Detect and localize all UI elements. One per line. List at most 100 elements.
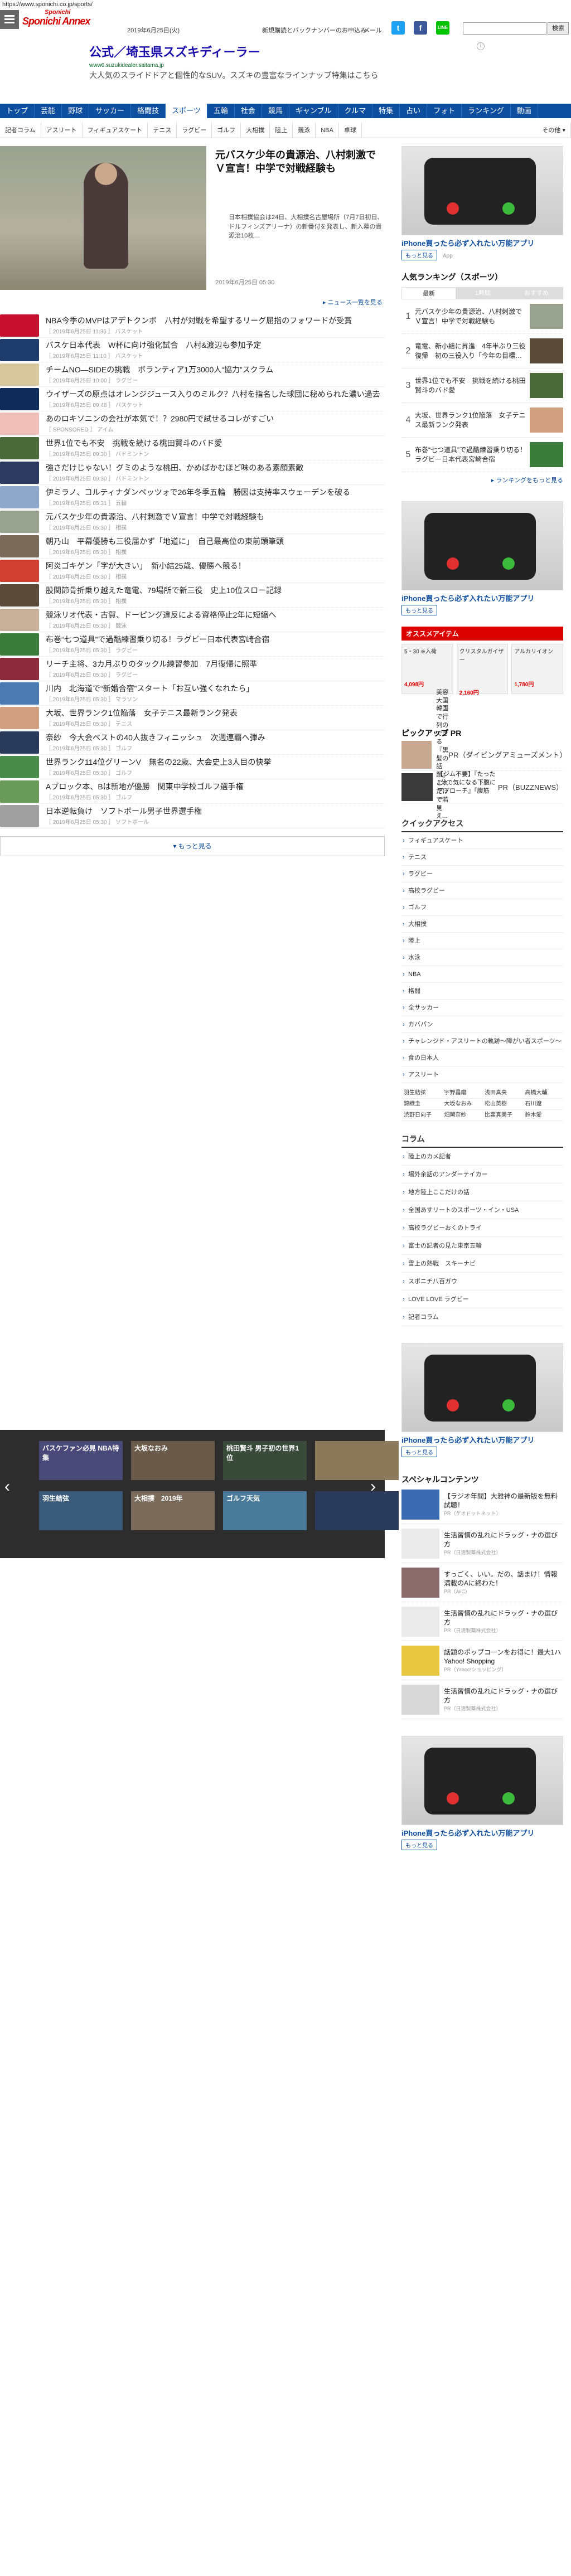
special-thumb[interactable] [401, 1528, 439, 1559]
news-item[interactable]: リーチ主将、3カ月ぶりのタックル練習参加 7月復帰に照準 ［ 2019年6月25日… [0, 657, 385, 681]
news-thumb[interactable] [0, 804, 39, 827]
nav-item[interactable]: スポーツ [166, 104, 207, 118]
news-thumb[interactable] [0, 314, 39, 337]
sidebar-ad-image[interactable] [401, 146, 563, 235]
quick-name-link[interactable]: 石川遼 [522, 1099, 563, 1110]
special-title[interactable]: 生活習慣の乱れにドラッグ・ナの選び方 [444, 1687, 563, 1705]
column-link[interactable]: 場外余話のアンダーテイカー [401, 1166, 563, 1183]
quick-name-link[interactable]: 高橋大輔 [522, 1088, 563, 1099]
ranking-title[interactable]: 世界1位でも不安 挑戦を続ける桃田賢斗のバド愛 [415, 376, 530, 394]
news-title[interactable]: 競泳リオ代表・古賀、ドーピング違反による資格停止2年に短縮へ [46, 610, 385, 620]
column-link[interactable]: 富士の記者の見た東京五輪 [401, 1237, 563, 1255]
ranking-tab[interactable]: 1時間 [456, 287, 510, 299]
news-thumb[interactable] [0, 387, 39, 410]
news-title[interactable]: リーチ主将、3カ月ぶりのタックル練習参加 7月復帰に照準 [46, 659, 385, 669]
nav-item[interactable]: ランキング [462, 104, 511, 118]
pickup-text[interactable]: 【ジム不要】『たった1分で気になる下腹にアプローチ』「腹筋一... [437, 770, 498, 803]
news-item[interactable]: 世界ランク114位グリーンV 無名の22歳、大会史上3人目の快挙 ［ 2019年6… [0, 755, 385, 779]
special-item[interactable]: 話題のポップコーンをお得に！最大1ハYahoo! Shopping PR（Yaho… [401, 1641, 563, 1680]
news-item[interactable]: 競泳リオ代表・古賀、ドーピング違反による資格停止2年に短縮へ ［ 2019年6月2… [0, 608, 385, 632]
column-link[interactable]: 雪上の熱戦 スキーナビ [401, 1255, 563, 1273]
subnav-item[interactable]: ゴルフ [212, 123, 241, 138]
news-title[interactable]: 朝乃山 平幕優勝も三役届かず「地道に」 自己最高位の東前頭筆頭 [46, 536, 385, 546]
subnav-item[interactable]: 記者コラム [0, 123, 41, 138]
sidebar-ad3-caption[interactable]: iPhone買ったら必ず入れたい万能アプリ [401, 1434, 563, 1445]
news-title[interactable]: 股関節骨折乗り越えた竜電、79場所で新三役 史上10位スロー記録 [46, 585, 385, 595]
slider-item[interactable]: 大相撲 2019年 [131, 1491, 215, 1530]
quick-link[interactable]: テニス [401, 849, 563, 866]
news-item[interactable]: 股関節骨折乗り越えた竜電、79場所で新三役 史上10位スロー記録 ［ 2019年6… [0, 583, 385, 608]
quick-name-link[interactable]: 大坂なおみ [442, 1099, 482, 1110]
special-thumb[interactable] [401, 1606, 439, 1637]
ranking-title[interactable]: 元バスケ少年の貴源治、八村刺激でＶ宣言！中学で対戦経験も [415, 307, 530, 325]
ranking-title[interactable]: 布巻“七つ道具”で過酷練習乗り切る！ラグビー日本代表宮崎合宿 [415, 445, 530, 463]
special-title[interactable]: 生活習慣の乱れにドラッグ・ナの選び方 [444, 1531, 563, 1549]
quick-link[interactable]: 大相撲 [401, 916, 563, 933]
sidebar-ad4-caption[interactable]: iPhone買ったら必ず入れたい万能アプリ [401, 1827, 563, 1838]
news-list-link[interactable]: ▸ ニュース一覧を見る [0, 298, 385, 309]
news-thumb[interactable] [0, 633, 39, 656]
nav-item[interactable]: 五輪 [207, 104, 235, 118]
column-link[interactable]: スポニチ八百ガウ [401, 1273, 563, 1291]
news-title[interactable]: 日本逆転負け ソフトボール男子世界選手権 [46, 806, 385, 816]
quick-name-link[interactable]: 錦織圭 [401, 1099, 442, 1110]
news-title[interactable]: 大坂、世界ランク1位陥落 女子テニス最新ランク発表 [46, 708, 385, 718]
news-thumb[interactable] [0, 584, 39, 607]
subnav-item[interactable]: 競泳 [293, 123, 316, 138]
ranking-more-link[interactable]: ▸ ランキングをもっと見る [401, 476, 563, 484]
osusume-item[interactable]: アルカリイオン 1,780円 [511, 644, 564, 694]
subnav-item[interactable]: 大相撲 [241, 123, 270, 138]
news-title[interactable]: ウイザーズの原点はオレンジジュース入りのミルク？八村を指名した球団に秘められた濃… [46, 389, 385, 399]
quick-link[interactable]: アスリート [401, 1066, 563, 1083]
news-item[interactable]: 世界1位でも不安 挑戦を続ける桃田賢斗のバド愛 ［ 2019年6月25日 09:3… [0, 436, 385, 460]
quick-name-link[interactable]: 比嘉真美子 [482, 1110, 523, 1121]
slider-item[interactable]: 大坂なおみ [131, 1441, 215, 1480]
column-link[interactable]: 全国あすリートのスポーツ・イン・USA [401, 1201, 563, 1219]
ranking-title[interactable]: 竜電、新小結に昇進 4年半ぶり三役復帰 初の三役入り「今年の目標… [415, 342, 530, 360]
sidebar-ad3-cta[interactable]: もっと見る [401, 1447, 437, 1457]
quick-link[interactable]: 全サッカー [401, 1000, 563, 1016]
sidebar-ad2-caption[interactable]: iPhone買ったら必ず入れたい万能アプリ [401, 593, 563, 603]
news-title[interactable]: 元バスケ少年の貴源治、八村刺激でＶ宣言！中学で対戦経験も [46, 512, 385, 522]
more-button[interactable]: ▾ もっと見る [0, 836, 385, 856]
quick-link[interactable]: カバパン [401, 1016, 563, 1033]
sidebar-ad4-image[interactable] [401, 1736, 563, 1825]
ranking-item[interactable]: 4 大坂、世界ランク1位陥落 女子テニス最新ランク発表 [401, 403, 563, 438]
quick-link[interactable]: ゴルフ [401, 899, 563, 916]
nav-item[interactable]: 競馬 [262, 104, 289, 118]
ranking-item[interactable]: 1 元バスケ少年の貴源治、八村刺激でＶ宣言！中学で対戦経験も [401, 299, 563, 334]
news-item[interactable]: NBA今季のMVPはアデトクンボ 八村が対戦を希望するリーグ屈指のフォワードが受… [0, 313, 385, 338]
subnav-item[interactable]: 陸上 [270, 123, 293, 138]
news-title[interactable]: 川内 北海道で“新婚合宿”スタート「お互い強くなれたら」 [46, 683, 385, 693]
osusume-item[interactable]: クリスタルガイザー 2,160円 [456, 644, 509, 696]
subscribe-link[interactable]: 新規購読とバックナンバーのお申込み [262, 26, 366, 35]
subnav-item[interactable]: 卓球 [339, 123, 362, 138]
ranking-thumb[interactable] [530, 304, 563, 329]
news-item[interactable]: チームNO―SIDEの挑戦 ボランティア1万3000人“協力”スクラム ［ 201… [0, 362, 385, 387]
special-item[interactable]: 【ラジオ年間】大雅神の最新版を無料試聴！ PR（ゲオドットネット） [401, 1485, 563, 1524]
sidebar-ad-caption[interactable]: iPhone買ったら必ず入れたい万能アプリ [401, 237, 563, 248]
news-item[interactable]: 元バスケ少年の貴源治、八村刺激でＶ宣言！中学で対戦経験も ［ 2019年6月25日… [0, 510, 385, 534]
special-thumb[interactable] [401, 1684, 439, 1715]
mail-link[interactable]: メール [364, 26, 382, 35]
news-title[interactable]: チームNO―SIDEの挑戦 ボランティア1万3000人“協力”スクラム [46, 365, 385, 375]
news-title[interactable]: 布巻“七つ道具”で過酷練習乗り切る！ラグビー日本代表宮崎合宿 [46, 634, 385, 644]
special-title[interactable]: すっごく、いい。だの、話まけ！情報満載のAに終わた！ [444, 1570, 563, 1588]
news-item[interactable]: 強さだけじゃない！グミのような桃田、かめばかむほど味のある素顔素敵 ［ 2019年… [0, 460, 385, 485]
ad-info-icon[interactable]: i [477, 42, 485, 50]
nav-item[interactable]: 芸能 [35, 104, 62, 118]
menu-icon[interactable] [0, 10, 19, 29]
nav-item[interactable]: ギャンブル [289, 104, 338, 118]
special-thumb[interactable] [401, 1489, 439, 1520]
pickup-thumb[interactable] [401, 773, 433, 801]
column-link[interactable]: 高校ラグビーおくのトライ [401, 1219, 563, 1237]
news-title[interactable]: 世界ランク114位グリーンV 無名の22歳、大会史上3人目の快挙 [46, 757, 385, 767]
news-thumb[interactable] [0, 755, 39, 778]
facebook-icon[interactable]: f [414, 21, 427, 35]
news-thumb[interactable] [0, 682, 39, 705]
search-button[interactable]: 検索 [548, 22, 569, 35]
news-title[interactable]: 阿炎ゴキゲン「字が大きい」 新小結25歳、優勝へ競る！ [46, 561, 385, 571]
special-title[interactable]: 【ラジオ年間】大雅神の最新版を無料試聴！ [444, 1492, 563, 1510]
special-item[interactable]: 生活習慣の乱れにドラッグ・ナの選び方 PR（日清製薬株式会社） [401, 1602, 563, 1641]
nav-item[interactable]: 特集 [372, 104, 400, 118]
